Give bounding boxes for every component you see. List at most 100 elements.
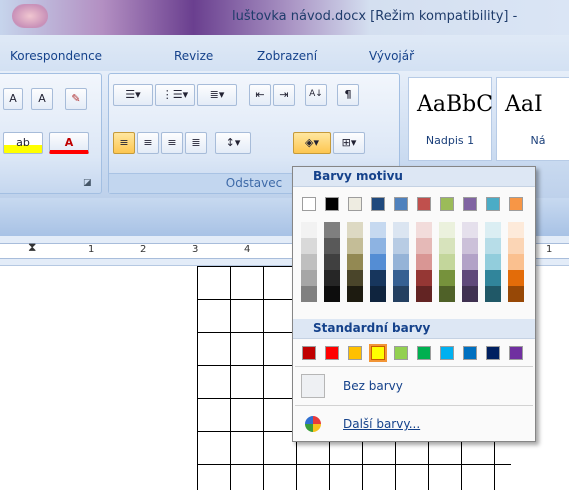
- style-nadpis1[interactable]: AaBbC Nadpis 1: [408, 77, 493, 161]
- theme-color-swatch[interactable]: [486, 197, 500, 211]
- theme-shade-swatch[interactable]: [462, 238, 478, 254]
- theme-shade-swatch[interactable]: [416, 286, 432, 302]
- theme-color-swatch[interactable]: [509, 197, 523, 211]
- theme-shade-swatch[interactable]: [439, 222, 455, 238]
- theme-shade-swatch[interactable]: [324, 222, 340, 238]
- theme-shade-swatch[interactable]: [508, 286, 524, 302]
- standard-color-swatch[interactable]: [348, 346, 362, 360]
- theme-shade-swatch[interactable]: [462, 222, 478, 238]
- standard-color-swatch[interactable]: [417, 346, 431, 360]
- theme-shade-swatch[interactable]: [370, 286, 386, 302]
- clear-formatting-icon[interactable]: ✎: [65, 88, 87, 110]
- theme-shade-swatch[interactable]: [393, 286, 409, 302]
- multilevel-list-button[interactable]: ≣▾: [197, 84, 237, 106]
- theme-color-swatch[interactable]: [417, 197, 431, 211]
- theme-shade-swatch[interactable]: [324, 254, 340, 270]
- theme-shade-swatch[interactable]: [370, 222, 386, 238]
- theme-shade-swatch[interactable]: [393, 254, 409, 270]
- align-left-button[interactable]: ≡: [113, 132, 135, 154]
- theme-shade-swatch[interactable]: [416, 222, 432, 238]
- tab-zobrazeni[interactable]: Zobrazení: [257, 49, 317, 63]
- theme-shade-swatch[interactable]: [301, 270, 317, 286]
- standard-color-swatch[interactable]: [463, 346, 477, 360]
- borders-button[interactable]: ⊞▾: [333, 132, 365, 154]
- indent-marker-icon[interactable]: ⧗: [28, 240, 36, 255]
- no-color-item[interactable]: Bez barvy: [297, 371, 531, 401]
- line-spacing-button[interactable]: ↕▾: [215, 132, 251, 154]
- increase-indent-button[interactable]: ⇥: [273, 84, 295, 106]
- show-marks-button[interactable]: ¶: [337, 84, 359, 106]
- standard-color-swatch[interactable]: [369, 344, 387, 362]
- theme-shade-swatch[interactable]: [508, 222, 524, 238]
- sort-button[interactable]: A↓: [305, 84, 327, 106]
- office-button-glow[interactable]: [12, 4, 48, 28]
- dialog-launcher-icon[interactable]: ◪: [83, 178, 92, 188]
- standard-color-swatch[interactable]: [509, 346, 523, 360]
- justify-button[interactable]: ≣: [185, 132, 207, 154]
- theme-shade-swatch[interactable]: [508, 254, 524, 270]
- style-nadpis2[interactable]: AaI Ná: [496, 77, 569, 161]
- bullets-button[interactable]: ☰▾: [113, 84, 153, 106]
- theme-shade-swatch[interactable]: [485, 254, 501, 270]
- align-center-button[interactable]: ≡: [137, 132, 159, 154]
- theme-shade-swatch[interactable]: [462, 286, 478, 302]
- theme-shade-swatch[interactable]: [439, 238, 455, 254]
- theme-shade-swatch[interactable]: [370, 270, 386, 286]
- theme-color-swatch[interactable]: [394, 197, 408, 211]
- numbering-button[interactable]: ⋮☰▾: [155, 84, 195, 106]
- tab-vyvojar[interactable]: Vývojář: [369, 49, 414, 63]
- tab-korespondence[interactable]: Korespondence: [10, 49, 102, 63]
- theme-shade-swatch[interactable]: [347, 270, 363, 286]
- theme-shade-swatch[interactable]: [508, 238, 524, 254]
- theme-shade-swatch[interactable]: [301, 238, 317, 254]
- theme-shade-swatch[interactable]: [301, 222, 317, 238]
- theme-shade-swatch[interactable]: [347, 286, 363, 302]
- theme-shade-swatch[interactable]: [485, 238, 501, 254]
- theme-shade-swatch[interactable]: [416, 270, 432, 286]
- theme-color-swatch[interactable]: [325, 197, 339, 211]
- align-right-button[interactable]: ≡: [161, 132, 183, 154]
- standard-color-swatch[interactable]: [302, 346, 316, 360]
- theme-color-swatch[interactable]: [348, 197, 362, 211]
- theme-shade-swatch[interactable]: [462, 254, 478, 270]
- theme-shade-swatch[interactable]: [439, 286, 455, 302]
- tab-revize[interactable]: Revize: [174, 49, 213, 63]
- theme-color-swatch[interactable]: [371, 197, 385, 211]
- theme-shade-swatch[interactable]: [324, 270, 340, 286]
- theme-shade-swatch[interactable]: [393, 270, 409, 286]
- theme-shade-swatch[interactable]: [301, 254, 317, 270]
- theme-shade-swatch[interactable]: [324, 238, 340, 254]
- theme-color-swatch[interactable]: [302, 197, 316, 211]
- theme-shade-swatch[interactable]: [439, 254, 455, 270]
- theme-shade-swatch[interactable]: [324, 286, 340, 302]
- standard-color-swatch[interactable]: [325, 346, 339, 360]
- standard-color-swatch[interactable]: [486, 346, 500, 360]
- theme-shade-swatch[interactable]: [485, 222, 501, 238]
- theme-color-swatch[interactable]: [440, 197, 454, 211]
- theme-shade-swatch[interactable]: [301, 286, 317, 302]
- theme-shade-swatch[interactable]: [347, 222, 363, 238]
- theme-shade-swatch[interactable]: [508, 270, 524, 286]
- theme-shade-swatch[interactable]: [347, 254, 363, 270]
- decrease-indent-button[interactable]: ⇤: [249, 84, 271, 106]
- grow-font-button[interactable]: A: [3, 88, 23, 110]
- theme-shade-swatch[interactable]: [347, 238, 363, 254]
- theme-shade-swatch[interactable]: [485, 270, 501, 286]
- theme-color-swatch[interactable]: [463, 197, 477, 211]
- theme-shade-swatch[interactable]: [370, 254, 386, 270]
- theme-shade-swatch[interactable]: [462, 270, 478, 286]
- theme-shade-swatch[interactable]: [485, 286, 501, 302]
- theme-shade-swatch[interactable]: [416, 238, 432, 254]
- font-color-button[interactable]: A: [49, 132, 89, 154]
- theme-shade-swatch[interactable]: [439, 270, 455, 286]
- theme-shade-swatch[interactable]: [370, 238, 386, 254]
- shrink-font-button[interactable]: A: [31, 88, 53, 110]
- shading-button[interactable]: ◈▾: [293, 132, 331, 154]
- theme-shade-swatch[interactable]: [416, 254, 432, 270]
- theme-shade-swatch[interactable]: [393, 238, 409, 254]
- standard-color-swatch[interactable]: [440, 346, 454, 360]
- highlight-button[interactable]: ab: [3, 132, 43, 154]
- more-colors-item[interactable]: Další barvy...: [297, 409, 531, 439]
- theme-shade-swatch[interactable]: [393, 222, 409, 238]
- standard-color-swatch[interactable]: [394, 346, 408, 360]
